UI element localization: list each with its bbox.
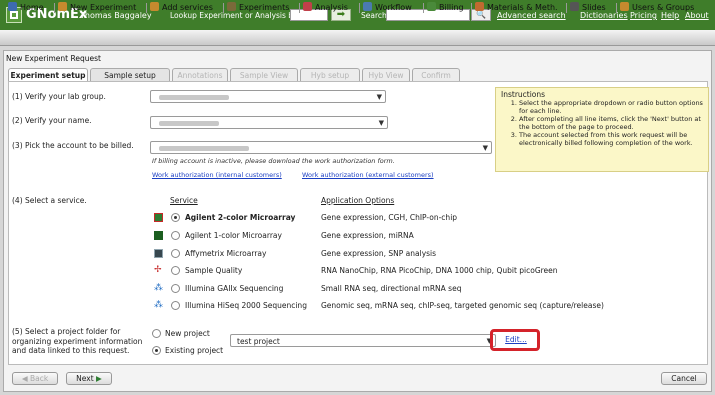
instruction-item: The account selected from this work requ… (519, 131, 703, 147)
nav-bar (0, 30, 715, 46)
dropdown-arrow-icon: ▼ (378, 119, 384, 127)
instructions-box: Instructions Select the appropriate drop… (495, 87, 709, 172)
service-radio-illumina-hiseq[interactable] (171, 301, 180, 310)
project-value: test project (237, 337, 280, 346)
instruction-item: Select the appropriate dropdown or radio… (519, 99, 703, 115)
nav-new-experiment[interactable]: New Experiment (58, 1, 136, 15)
agilent-2color-icon (154, 213, 163, 222)
nav-divider (223, 3, 224, 13)
nav-billing[interactable]: Billing (427, 1, 464, 15)
service-name: Illumina HiSeq 2000 Sequencing (185, 301, 307, 310)
existing-project-label: Existing project (165, 346, 224, 355)
cancel-button[interactable]: Cancel (661, 372, 707, 385)
step1-label: (1) Verify your lab group. (12, 92, 106, 101)
service-options: Gene expression, SNP analysis (321, 249, 437, 258)
service-name: Affymetrix Microarray (185, 249, 267, 258)
sample-quality-icon: ✢ (154, 265, 162, 275)
tab-sample-setup[interactable]: Sample setup (90, 68, 170, 81)
users-groups-icon (620, 2, 629, 11)
service-name: Illumina GAIIx Sequencing (185, 284, 284, 293)
tab-confirm[interactable]: Confirm (412, 68, 460, 81)
panel-title: New Experiment Request (6, 54, 101, 63)
tab-hyb-setup[interactable]: Hyb setup (300, 68, 360, 81)
service-radio-agilent-2color[interactable] (171, 213, 180, 222)
tab-annotations[interactable]: Annotations (172, 68, 228, 81)
work-auth-external-link[interactable]: Work authorization (external customers) (302, 171, 434, 179)
new-project-label: New project (165, 329, 210, 338)
service-radio-sample-quality[interactable] (171, 266, 180, 275)
materials-icon (475, 2, 484, 11)
nav-home[interactable]: Home (8, 1, 44, 15)
edit-project-link[interactable]: Edit... (498, 335, 534, 345)
service-radio-illumina-gaiix[interactable] (171, 284, 180, 293)
instructions-title: Instructions (501, 90, 546, 99)
service-options: Gene expression, miRNA (321, 231, 414, 240)
agilent-1color-icon (154, 231, 163, 240)
service-radio-affymetrix[interactable] (171, 249, 180, 258)
nav-slides[interactable]: Slides (570, 1, 606, 15)
tab-experiment-setup[interactable]: Experiment setup (8, 68, 88, 82)
next-button[interactable]: Next ▶ (66, 372, 112, 385)
nav-materials[interactable]: Materials & Meth. (475, 1, 558, 15)
service-column-header: Service (170, 196, 198, 205)
illumina-hiseq-icon: ⁂ (154, 300, 163, 310)
dropdown-arrow-icon: ▼ (376, 93, 382, 101)
service-options: Genomic seq, mRNA seq, chIP-seq, targete… (321, 301, 604, 310)
step2-label: (2) Verify your name. (12, 116, 92, 125)
instruction-item: After completing all line items, click t… (519, 115, 703, 131)
billing-note: If billing account is inactive, please d… (152, 157, 395, 165)
nav-divider (471, 3, 472, 13)
nav-analysis[interactable]: Analysis (303, 1, 348, 15)
service-name: Agilent 2-color Microarray (185, 213, 296, 222)
nav-divider (616, 3, 617, 13)
slides-icon (570, 2, 579, 11)
tab-hyb-view[interactable]: Hyb View (362, 68, 410, 81)
billing-account-select[interactable]: ▼ (150, 141, 492, 154)
redacted-value (159, 146, 249, 151)
service-options: RNA NanoChip, RNA PicoChip, DNA 1000 chi… (321, 266, 558, 275)
nav-divider (54, 3, 55, 13)
application-options-header: Application Options (321, 196, 395, 205)
existing-project-radio[interactable] (152, 346, 161, 355)
redacted-value (159, 121, 219, 126)
add-services-icon (150, 2, 159, 11)
service-options: Gene expression, CGH, ChIP-on-chip (321, 213, 458, 222)
service-radio-agilent-1color[interactable] (171, 231, 180, 240)
lab-group-select[interactable]: ▼ (150, 90, 386, 103)
analysis-icon (303, 2, 312, 11)
workflow-icon (363, 2, 372, 11)
next-arrow-icon: ▶ (93, 374, 102, 383)
project-select[interactable]: test project ▼ (230, 334, 496, 347)
affymetrix-icon (154, 249, 163, 258)
user-name-select[interactable]: ▼ (150, 116, 388, 129)
new-project-radio[interactable] (152, 329, 161, 338)
nav-workflow[interactable]: Workflow (363, 1, 412, 15)
nav-users-groups[interactable]: Users & Groups (620, 1, 694, 15)
step3-label: (3) Pick the account to be billed. (12, 141, 134, 150)
back-button[interactable]: ◀ Back (12, 372, 58, 385)
dropdown-arrow-icon: ▼ (482, 144, 488, 152)
back-arrow-icon: ◀ (21, 374, 30, 383)
nav-divider (423, 3, 424, 13)
nav-add-services[interactable]: Add services (150, 1, 213, 15)
experiments-icon (227, 2, 236, 11)
redacted-value (159, 95, 229, 100)
nav-divider (566, 3, 567, 13)
service-name: Sample Quality (185, 266, 243, 275)
nav-divider (146, 3, 147, 13)
nav-experiments[interactable]: Experiments (227, 1, 289, 15)
tab-sample-view[interactable]: Sample View (230, 68, 298, 81)
nav-divider (359, 3, 360, 13)
service-options: Small RNA seq, directional mRNA seq (321, 284, 462, 293)
billing-icon (427, 2, 436, 11)
home-icon (8, 2, 17, 11)
step4-label: (4) Select a service. (12, 196, 87, 205)
illumina-gaiix-icon: ⁂ (154, 283, 163, 293)
work-auth-internal-link[interactable]: Work authorization (internal customers) (152, 171, 282, 179)
new-experiment-icon (58, 2, 67, 11)
nav-divider (299, 3, 300, 13)
service-name: Agilent 1-color Microarray (185, 231, 282, 240)
step5-label: (5) Select a project folder for organizi… (12, 327, 143, 355)
